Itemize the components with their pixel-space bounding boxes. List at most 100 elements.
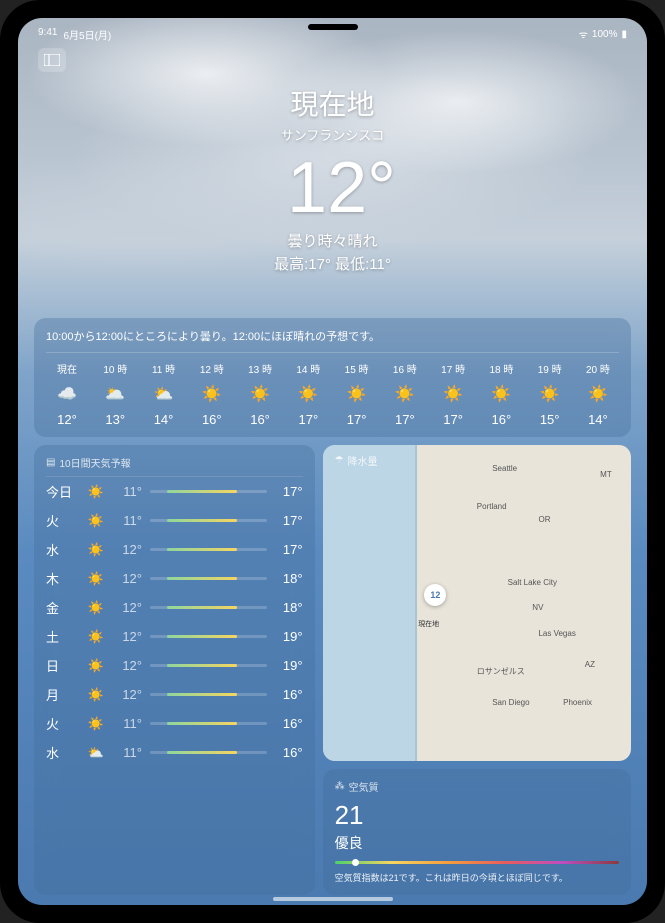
map-pin-label: 現在地 [418, 619, 439, 629]
daily-temp-bar [150, 577, 267, 580]
hourly-time: 15 時 [345, 361, 369, 376]
hourly-item[interactable]: 10 時🌥️13° [94, 361, 136, 427]
status-time: 9:41 [38, 27, 57, 42]
hourly-temp: 13° [105, 412, 125, 427]
hourly-weather-icon: ☁️ [57, 384, 77, 404]
hourly-item[interactable]: 18 時☀️16° [480, 361, 522, 427]
daily-temp-bar [150, 519, 267, 522]
daily-day-label: 火 [46, 511, 78, 530]
daily-row[interactable]: 今日☀️11°17° [46, 477, 303, 506]
hourly-item[interactable]: 15 時☀️17° [336, 361, 378, 427]
battery-pct: 100% [592, 29, 618, 40]
sidebar-toggle-button[interactable] [38, 48, 66, 72]
hourly-temp: 17° [298, 412, 318, 427]
hourly-temp: 15° [540, 412, 560, 427]
hourly-time: 12 時 [200, 361, 224, 376]
daily-weather-icon: ☀️ [86, 658, 106, 674]
daily-temp-fill [167, 722, 237, 725]
map-location-pin[interactable]: 12 [424, 584, 446, 606]
daily-low-temp: 12° [114, 687, 142, 702]
daily-temp-fill [167, 635, 237, 638]
precipitation-map-card[interactable]: ☂ 降水量 Seattle Portland OR MT Salt Lake C… [323, 445, 631, 761]
daily-row[interactable]: 日☀️12°19° [46, 651, 303, 680]
daily-temp-fill [167, 751, 237, 754]
daily-weather-icon: ☀️ [86, 542, 106, 558]
hourly-temp: 17° [443, 412, 463, 427]
hourly-item[interactable]: 14 時☀️17° [287, 361, 329, 427]
daily-row[interactable]: 火☀️11°17° [46, 506, 303, 535]
aqi-scale-bar [335, 861, 619, 864]
daily-low-temp: 11° [114, 745, 142, 760]
daily-low-temp: 12° [114, 629, 142, 644]
hourly-item[interactable]: 11 時⛅14° [143, 361, 185, 427]
home-indicator[interactable] [273, 897, 393, 901]
daily-high-temp: 17° [275, 513, 303, 528]
aqi-title: ⁂ 空気質 [335, 779, 619, 794]
hourly-weather-icon: ☀️ [250, 384, 270, 404]
hourly-item[interactable]: 19 時☀️15° [529, 361, 571, 427]
daily-forecast-card[interactable]: ▤ 10日間天気予報 今日☀️11°17°火☀️11°17°水☀️12°17°木… [34, 445, 315, 895]
hourly-item[interactable]: 17 時☀️17° [432, 361, 474, 427]
daily-low-temp: 11° [114, 716, 142, 731]
hourly-temp: 14° [588, 412, 608, 427]
daily-temp-bar [150, 751, 267, 754]
hourly-item[interactable]: 13 時☀️16° [239, 361, 281, 427]
aqi-title-text: 空気質 [349, 779, 379, 794]
status-date: 6月5日(月) [63, 27, 111, 42]
daily-temp-bar [150, 635, 267, 638]
location-title: 現在地 [18, 83, 647, 123]
daily-high-temp: 17° [275, 542, 303, 557]
wifi-icon: ᯤ [579, 27, 588, 41]
hourly-weather-icon: ☀️ [443, 384, 463, 404]
daily-high-temp: 17° [275, 484, 303, 499]
daily-weather-icon: ☀️ [86, 716, 106, 732]
daily-day-label: 今日 [46, 482, 78, 501]
current-temperature: 12° [36, 152, 647, 224]
daily-temp-fill [167, 577, 237, 580]
daily-temp-bar [150, 664, 267, 667]
hourly-time: 13 時 [248, 361, 272, 376]
daily-row[interactable]: 水⛅11°16° [46, 738, 303, 767]
daily-row[interactable]: 水☀️12°17° [46, 535, 303, 564]
daily-weather-icon: ☀️ [86, 687, 106, 703]
map-ocean [323, 445, 416, 761]
map-city-la: ロサンゼルス [477, 666, 525, 677]
hourly-item[interactable]: 12 時☀️16° [191, 361, 233, 427]
daily-day-label: 水 [46, 540, 78, 559]
hourly-item[interactable]: 16 時☀️17° [384, 361, 426, 427]
daily-row[interactable]: 火☀️11°16° [46, 709, 303, 738]
map-state-nv: NV [532, 603, 543, 612]
daily-high-temp: 16° [275, 745, 303, 760]
daily-row[interactable]: 月☀️12°16° [46, 680, 303, 709]
screen: 9:41 6月5日(月) ᯤ 100% ▮ 現在地 サンフランシスコ 12° 曇… [18, 18, 647, 905]
hourly-weather-icon: ☀️ [491, 384, 511, 404]
daily-high-temp: 19° [275, 629, 303, 644]
current-weather-header: 現在地 サンフランシスコ 12° 曇り時々晴れ 最高:17° 最低:11° [18, 18, 647, 274]
map[interactable]: Seattle Portland OR MT Salt Lake City NV… [323, 445, 631, 761]
hourly-time: 20 時 [586, 361, 610, 376]
map-state-az: AZ [585, 660, 595, 669]
hourly-weather-icon: 🌥️ [105, 384, 125, 404]
daily-row[interactable]: 木☀️12°18° [46, 564, 303, 593]
daily-weather-icon: ☀️ [86, 600, 106, 616]
hourly-weather-icon: ⛅ [154, 384, 174, 404]
air-quality-card[interactable]: ⁂ 空気質 21 優良 空気質指数は21です。これは昨日の今頃とほぼ同じです。 [323, 769, 631, 895]
hourly-row[interactable]: 現在☁️12°10 時🌥️13°11 時⛅14°12 時☀️16°13 時☀️1… [46, 361, 619, 427]
hourly-weather-icon: ☀️ [395, 384, 415, 404]
daily-high-temp: 18° [275, 600, 303, 615]
hourly-item[interactable]: 現在☁️12° [46, 361, 88, 427]
high-temp: 最高:17° [274, 256, 331, 273]
daily-weather-icon: ⛅ [86, 745, 106, 761]
hourly-item[interactable]: 20 時 ☀️ 14° [577, 361, 619, 427]
daily-temp-fill [167, 606, 237, 609]
daily-day-label: 火 [46, 714, 78, 733]
daily-temp-bar [150, 548, 267, 551]
daily-row[interactable]: 金☀️12°18° [46, 593, 303, 622]
hourly-temp: 14° [154, 412, 174, 427]
map-city-seattle: Seattle [492, 464, 517, 473]
daily-row[interactable]: 土☀️12°19° [46, 622, 303, 651]
daily-day-label: 日 [46, 656, 78, 675]
hourly-time: 14 時 [296, 361, 320, 376]
hourly-forecast-card[interactable]: 10:00から12:00にところにより曇り。12:00にほぼ晴れの予想です。 現… [34, 318, 631, 437]
hourly-weather-icon: ☀️ [588, 384, 608, 404]
